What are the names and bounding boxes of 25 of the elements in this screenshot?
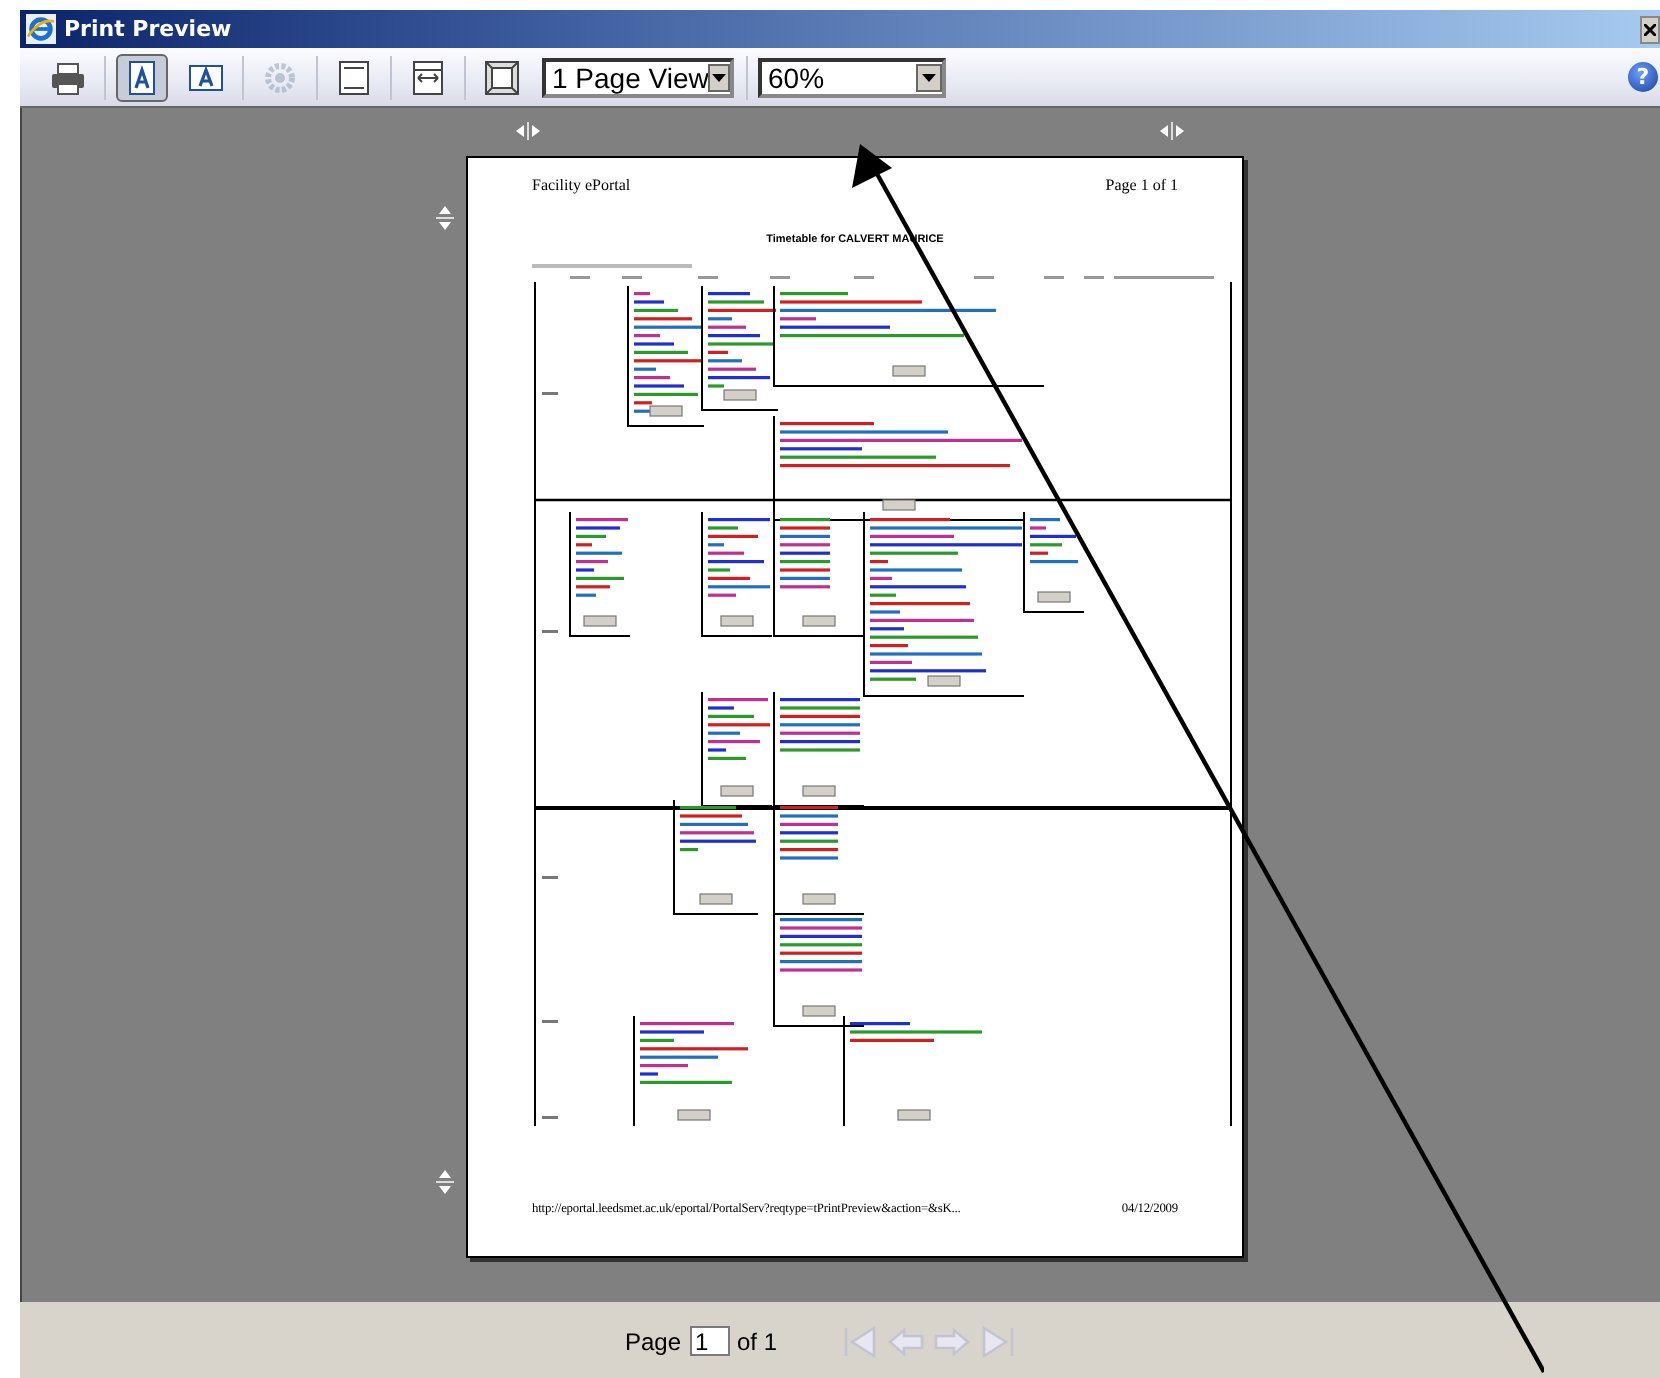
zoom-select[interactable]: 60% bbox=[758, 57, 946, 97]
toolbar-button[interactable] bbox=[116, 53, 168, 101]
margin-handle[interactable] bbox=[516, 122, 540, 140]
window-title: Print Preview bbox=[64, 16, 234, 42]
margin-handle[interactable] bbox=[1160, 122, 1184, 140]
page-header-text: Facility ePortal bbox=[532, 176, 631, 194]
margin-handle[interactable] bbox=[436, 1170, 454, 1194]
page-input[interactable]: 1 bbox=[689, 1326, 729, 1356]
page-total: of 1 bbox=[737, 1327, 778, 1355]
printer-icon bbox=[50, 59, 86, 95]
full-page-icon bbox=[484, 59, 520, 95]
margin-handle[interactable] bbox=[436, 206, 454, 230]
gear-icon bbox=[262, 59, 298, 95]
portrait-page-icon bbox=[124, 59, 160, 95]
view-select[interactable]: 1 Page View bbox=[542, 57, 734, 97]
close-icon bbox=[1644, 23, 1656, 35]
dropdown-arrow-icon bbox=[922, 73, 936, 81]
page-icon bbox=[336, 59, 372, 95]
browser-icon bbox=[26, 14, 56, 44]
dropdown-arrow-icon bbox=[712, 73, 727, 81]
close-button[interactable] bbox=[1640, 15, 1660, 43]
page-number: Page 1 of 1 bbox=[1105, 176, 1178, 194]
page-label: Page bbox=[624, 1327, 681, 1355]
landscape-page-icon bbox=[188, 59, 224, 95]
page-width-icon bbox=[410, 59, 446, 95]
